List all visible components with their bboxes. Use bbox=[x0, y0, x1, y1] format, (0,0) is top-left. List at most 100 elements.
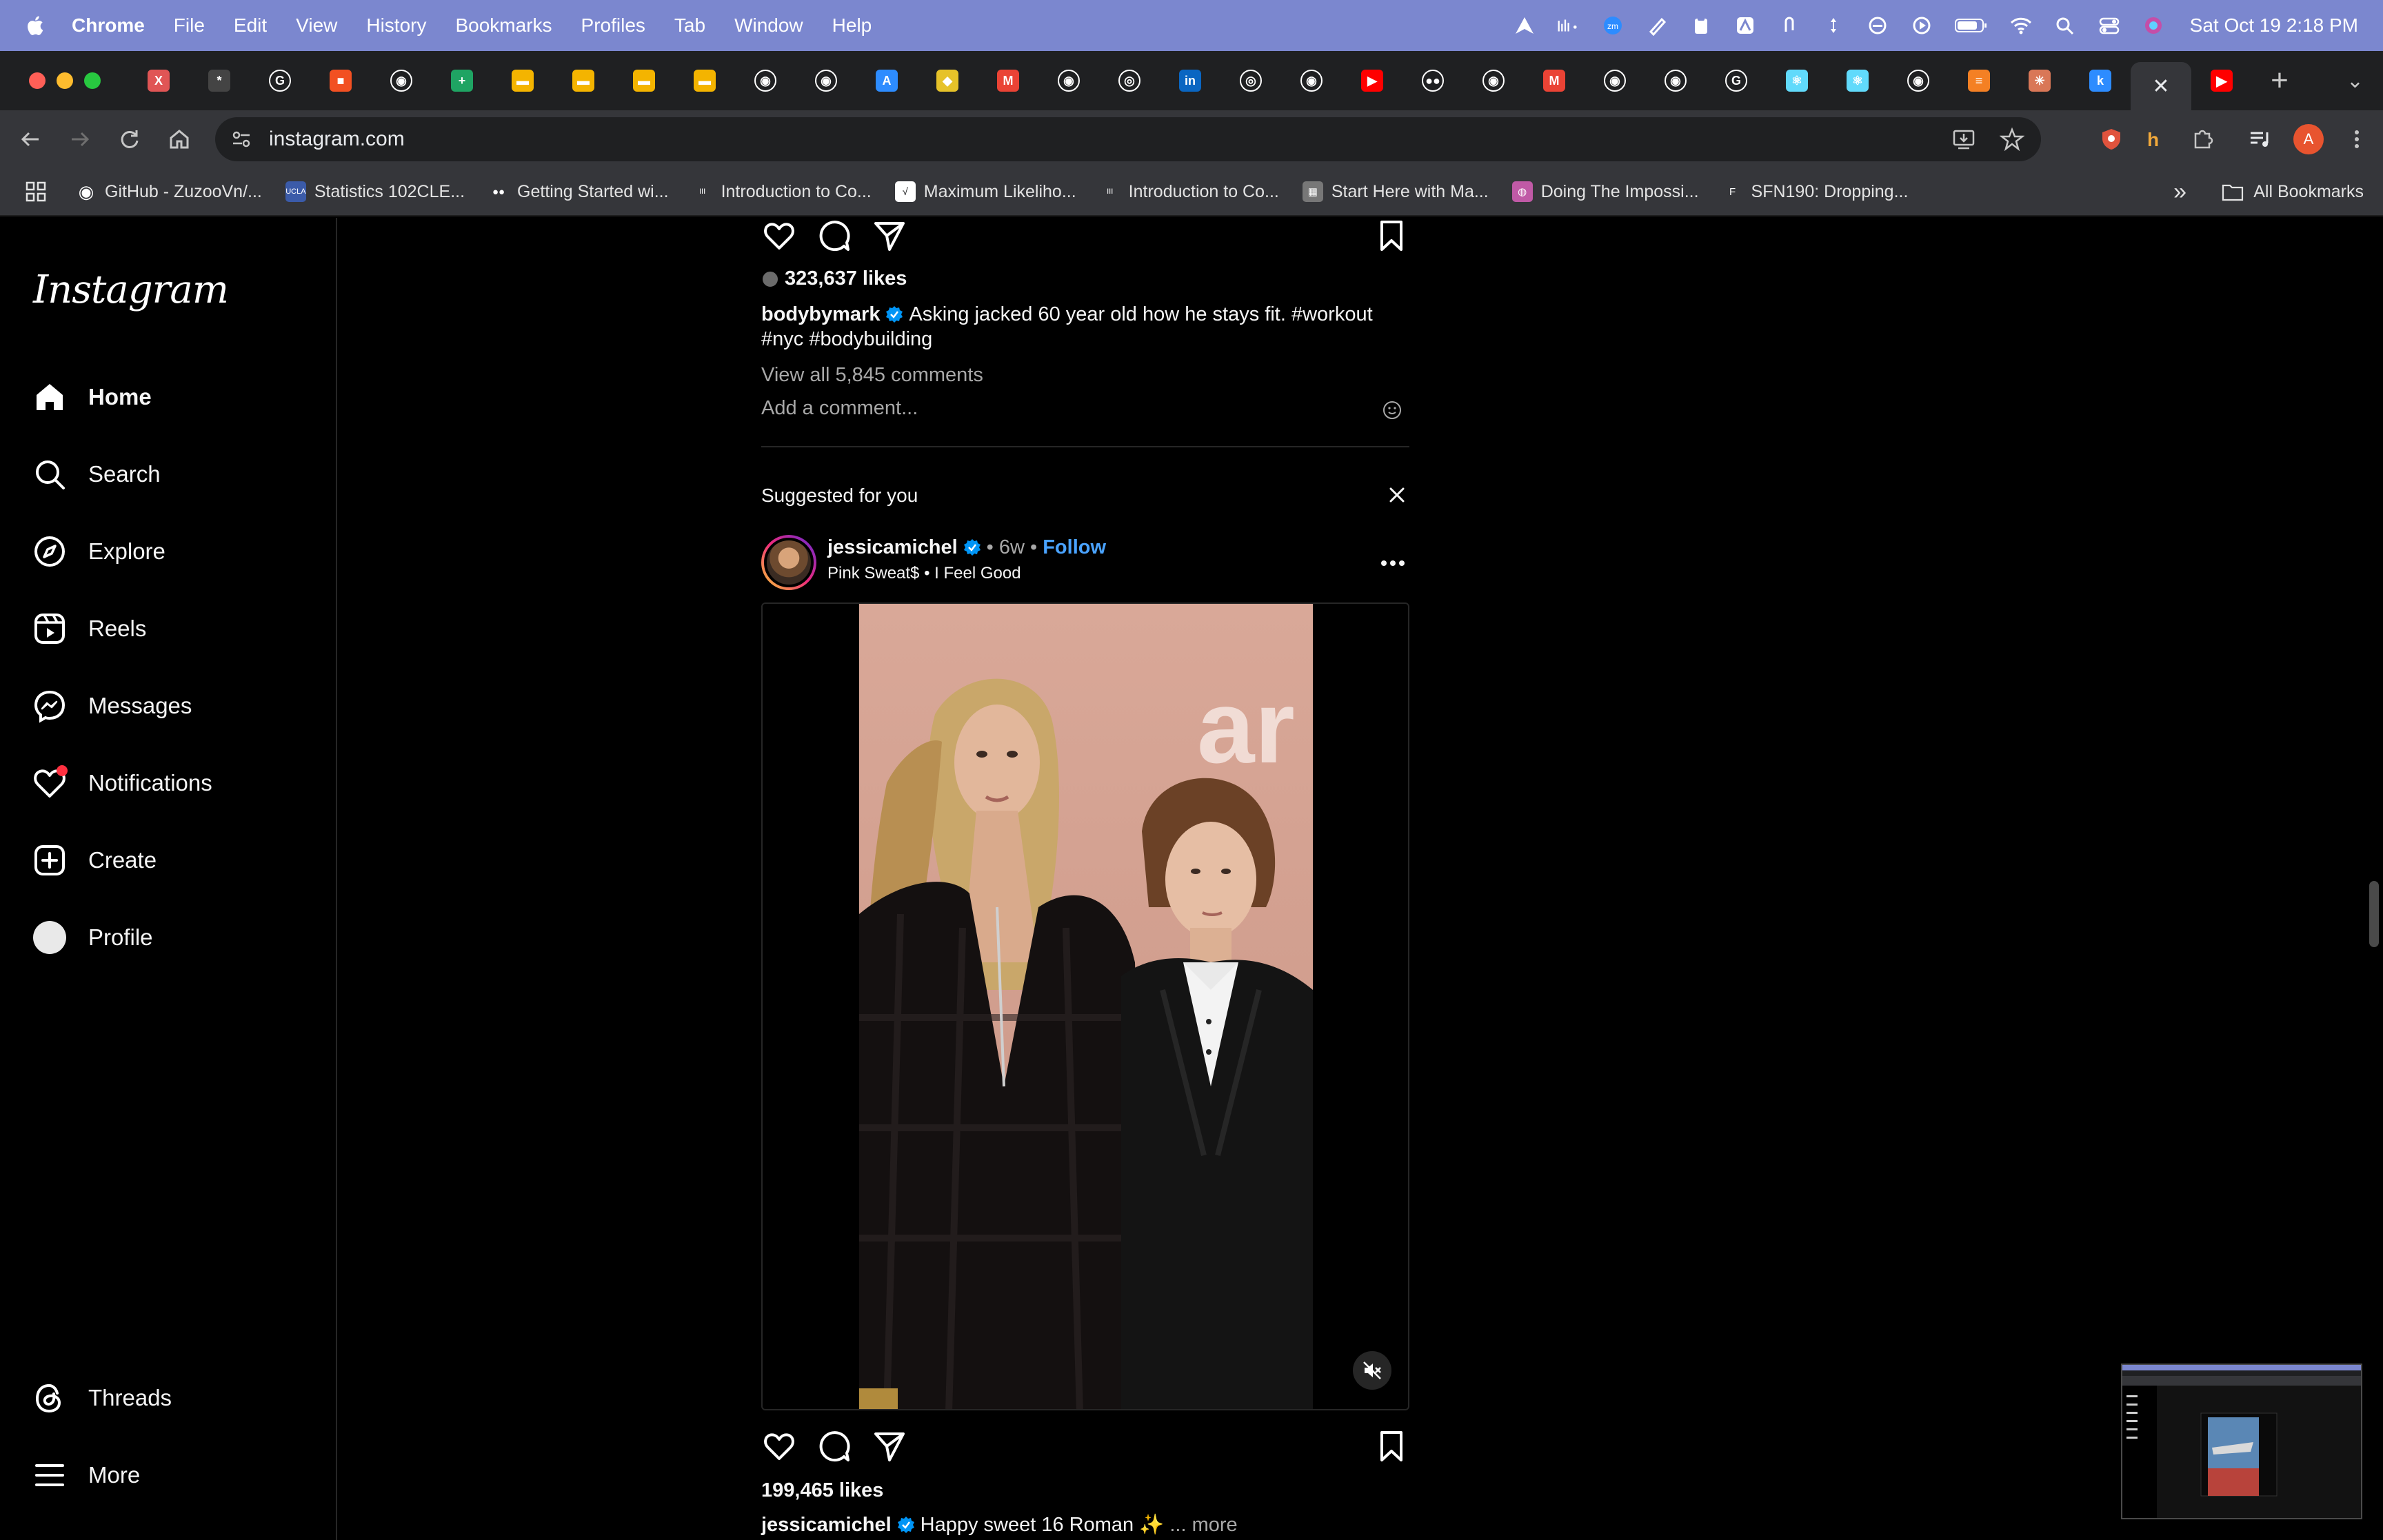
apple-icon[interactable] bbox=[25, 14, 44, 37]
bookmark-intro-co-2[interactable]: III Introduction to Co... bbox=[1100, 181, 1279, 202]
emoji-icon[interactable] bbox=[1382, 400, 1402, 421]
menu-bookmarks[interactable]: Bookmarks bbox=[455, 14, 552, 37]
nav-reels[interactable]: Reels bbox=[32, 601, 146, 656]
tab-github-tab-4[interactable]: ◉ bbox=[1038, 60, 1099, 101]
post1-view-comments[interactable]: View all 5,845 comments bbox=[761, 363, 1382, 387]
tab-gmail-tab[interactable]: M bbox=[978, 60, 1038, 101]
tab-sheets-tab[interactable]: + bbox=[432, 60, 492, 101]
bookmark-doing-impossible[interactable]: ◍ Doing The Impossi... bbox=[1511, 181, 1699, 202]
pen-icon[interactable] bbox=[1645, 15, 1669, 36]
nav-home[interactable]: Home bbox=[32, 369, 152, 425]
caption-more-link[interactable]: ... more bbox=[1169, 1514, 1237, 1536]
tab-youtube-tab[interactable]: ▶ bbox=[1342, 60, 1402, 101]
site-info-icon[interactable] bbox=[229, 127, 254, 152]
menu-tab[interactable]: Tab bbox=[674, 14, 705, 37]
tab-search-dropdown[interactable]: ⌄ bbox=[2346, 69, 2364, 93]
nav-messages[interactable]: Messages bbox=[32, 678, 192, 733]
tab-linkedin-tab[interactable]: in bbox=[1160, 60, 1220, 101]
screenshot-thumbnail[interactable] bbox=[2121, 1364, 2362, 1519]
like-heart-icon[interactable] bbox=[761, 1428, 797, 1464]
post2-audio[interactable]: Pink Sweat$ • I Feel Good bbox=[827, 564, 1021, 583]
share-send-icon[interactable] bbox=[872, 218, 907, 254]
arrow-icon[interactable] bbox=[1513, 15, 1536, 36]
post-options-button[interactable] bbox=[1380, 543, 1405, 574]
tab-stack-tab[interactable]: ≡ bbox=[1949, 60, 2009, 101]
media-controls-icon[interactable] bbox=[2248, 127, 2273, 152]
close-tab-icon[interactable]: ✕ bbox=[2152, 74, 2169, 99]
post2-username[interactable]: jessicamichel bbox=[827, 536, 958, 558]
zoom-icon[interactable]: zm bbox=[1601, 15, 1625, 36]
nav-profile[interactable]: Profile bbox=[32, 910, 153, 965]
bookmarks-overflow-button[interactable]: » bbox=[2173, 179, 2186, 205]
post1-username[interactable]: bodybymark bbox=[761, 303, 880, 325]
menu-profiles[interactable]: Profiles bbox=[581, 14, 645, 37]
dismiss-suggested-icon[interactable] bbox=[1385, 483, 1409, 507]
share-send-icon[interactable] bbox=[872, 1428, 907, 1464]
tab-microsoft-tab[interactable]: ■ bbox=[310, 60, 371, 101]
control-center-icon[interactable] bbox=[2098, 15, 2121, 36]
bookmark-getting-started[interactable]: ●● Getting Started wi... bbox=[488, 181, 669, 202]
maps-icon[interactable] bbox=[1733, 15, 1757, 36]
menu-edit[interactable]: Edit bbox=[234, 14, 267, 37]
reload-button[interactable] bbox=[105, 114, 154, 164]
tab-react-tab[interactable]: ⚛ bbox=[1767, 60, 1827, 101]
siri-icon[interactable] bbox=[2142, 15, 2165, 36]
minimize-window-button[interactable] bbox=[57, 72, 73, 89]
scrollbar-thumb[interactable] bbox=[2369, 881, 2379, 947]
tab-k-tab[interactable]: k bbox=[2070, 60, 2131, 101]
all-bookmarks-button[interactable]: All Bookmarks bbox=[2222, 182, 2364, 202]
bars-icon[interactable] bbox=[1557, 15, 1580, 36]
tab-github-tab-8[interactable]: ◉ bbox=[1645, 60, 1706, 101]
circle-icon[interactable] bbox=[1866, 15, 1889, 36]
tab-chrome-tab[interactable]: ◎ bbox=[1099, 60, 1160, 101]
url-text[interactable]: instagram.com bbox=[269, 128, 405, 151]
tab-youtube-2[interactable]: ▶ bbox=[2191, 60, 2252, 101]
bookmark-star-icon[interactable] bbox=[2000, 127, 2024, 152]
tab-slides-tab-4[interactable]: ▬ bbox=[674, 60, 735, 101]
bookmark-sfn190[interactable]: F SFN190: Dropping... bbox=[1722, 181, 1909, 202]
tab-shield-tab[interactable]: ◆ bbox=[917, 60, 978, 101]
honey-extension-icon[interactable]: h bbox=[2144, 127, 2169, 152]
tab-github-tab-3[interactable]: ◉ bbox=[796, 60, 856, 101]
chrome-menu-icon[interactable] bbox=[2344, 127, 2369, 152]
tab-react-tab-2[interactable]: ⚛ bbox=[1827, 60, 1888, 101]
tab-slides-tab[interactable]: ▬ bbox=[492, 60, 553, 101]
zoom-window-button[interactable] bbox=[84, 72, 101, 89]
menu-app-name[interactable]: Chrome bbox=[72, 14, 145, 37]
tab-github-tab-9[interactable]: ◉ bbox=[1888, 60, 1949, 101]
shield-extension-icon[interactable] bbox=[2099, 127, 2124, 152]
address-bar[interactable]: instagram.com bbox=[215, 117, 2041, 161]
profile-avatar[interactable]: A bbox=[2293, 124, 2324, 154]
tab-x-tab[interactable]: X bbox=[128, 60, 189, 101]
tab-spider-tab[interactable]: * bbox=[189, 60, 250, 101]
nav-create[interactable]: Create bbox=[32, 833, 157, 888]
comment-icon[interactable] bbox=[816, 1428, 852, 1464]
apps-grid-icon[interactable] bbox=[25, 181, 47, 203]
install-app-icon[interactable] bbox=[1951, 127, 1976, 152]
post1-likes[interactable]: 323,637 likes bbox=[761, 267, 907, 290]
menu-view[interactable]: View bbox=[296, 14, 337, 37]
tab-github-tab-7[interactable]: ◉ bbox=[1585, 60, 1645, 101]
nav-notifications[interactable]: Notifications bbox=[32, 756, 212, 811]
nav-search[interactable]: Search bbox=[32, 447, 161, 502]
save-bookmark-icon[interactable] bbox=[1374, 1428, 1409, 1464]
clipboard-icon[interactable] bbox=[1689, 15, 1713, 36]
spotlight-icon[interactable] bbox=[2053, 15, 2077, 36]
home-button[interactable] bbox=[154, 114, 204, 164]
nav-explore[interactable]: Explore bbox=[32, 524, 165, 579]
updown-icon[interactable] bbox=[1822, 15, 1845, 36]
menu-history[interactable]: History bbox=[366, 14, 426, 37]
play-icon[interactable] bbox=[1910, 15, 1933, 36]
tab-google-tab-2[interactable]: G bbox=[1706, 60, 1767, 101]
nav-more[interactable]: More bbox=[32, 1448, 140, 1503]
tab-github-tab[interactable]: ◉ bbox=[371, 60, 432, 101]
menu-file[interactable]: File bbox=[174, 14, 205, 37]
instagram-logo[interactable]: Instagram bbox=[33, 267, 229, 312]
tab-slides-tab-3[interactable]: ▬ bbox=[614, 60, 674, 101]
comment-icon[interactable] bbox=[816, 218, 852, 254]
menubar-clock[interactable]: Sat Oct 19 2:18 PM bbox=[2190, 14, 2358, 37]
follow-button[interactable]: Follow bbox=[1043, 536, 1106, 558]
tab-claude-tab[interactable]: ✳ bbox=[2009, 60, 2070, 101]
post1-add-comment[interactable]: Add a comment... bbox=[761, 396, 1382, 421]
tab-appstore-tab[interactable]: A bbox=[856, 60, 917, 101]
